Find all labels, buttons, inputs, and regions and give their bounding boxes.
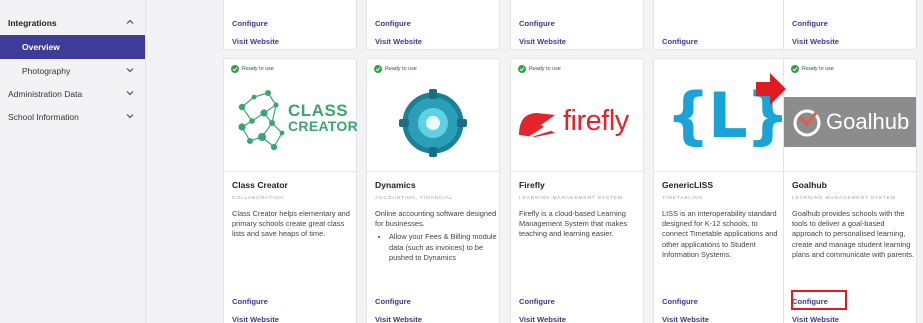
dynamics-icon: [399, 89, 467, 157]
nav-school-information[interactable]: School Information: [0, 105, 145, 128]
visit-website-link[interactable]: Visit Website: [519, 37, 566, 46]
nav-administration-data-label: Administration Data: [8, 88, 83, 99]
integration-card-goalhub: Ready to use Goalhub Goalhub LEARNING MA…: [783, 58, 917, 323]
chevron-down-icon: [126, 91, 134, 96]
card-bullet-list: Allow your Fees & Billing module data (s…: [375, 232, 497, 263]
ready-status-label: Ready to use: [242, 66, 274, 72]
card-title: Class Creator: [232, 180, 288, 190]
integration-card-firefly: Ready to use firefly Firefly LEARNING MA…: [510, 58, 644, 323]
card-category: LEARNING MANAGEMENT SYSTEM: [519, 196, 623, 201]
visit-website-link[interactable]: Visit Website: [375, 315, 422, 323]
firefly-logo: firefly: [511, 75, 643, 169]
check-circle-icon: [231, 65, 239, 73]
nav-school-information-label: School Information: [8, 111, 79, 122]
ready-status: Ready to use: [374, 65, 417, 73]
nav-integrations-label: Integrations: [8, 18, 57, 28]
goalhub-logo-text: Goalhub: [826, 109, 910, 134]
configure-highlight-box: [791, 290, 847, 310]
visit-website-link[interactable]: Visit Website: [792, 315, 839, 323]
card-description-text: Online accounting software designed for …: [375, 209, 497, 229]
card-title: GenericLISS: [662, 180, 714, 190]
ready-status: Ready to use: [791, 65, 834, 73]
check-circle-icon: [518, 65, 526, 73]
card-title: Dynamics: [375, 180, 416, 190]
card-category: COLLABORATION: [232, 196, 284, 201]
card-description: Goalhub provides schools with the tools …: [792, 209, 915, 259]
configure-link[interactable]: Configure: [375, 19, 411, 28]
card-description: Online accounting software designed for …: [375, 209, 497, 263]
integration-card-prev: Configure: [653, 0, 787, 50]
goalhub-mark-icon: [793, 109, 821, 137]
integration-card-prev: Configure Visit Website: [783, 0, 917, 50]
chevron-up-icon: [126, 19, 134, 24]
card-description: Class Creator helps elementary and prima…: [232, 209, 350, 239]
configure-link[interactable]: Configure: [662, 297, 698, 306]
card-category: TIMETABLING: [662, 196, 704, 201]
card-divider: [784, 171, 916, 172]
class-creator-logo-text: CREATOR: [288, 118, 359, 134]
card-title: Goalhub: [792, 180, 827, 190]
integration-card-dynamics: Ready to use Dynamics ACCOUNTING, FINANC…: [366, 58, 500, 323]
ready-status: Ready to use: [231, 65, 274, 73]
configure-link[interactable]: Configure: [519, 19, 555, 28]
visit-website-link[interactable]: Visit Website: [232, 37, 279, 46]
nav-administration-data[interactable]: Administration Data: [0, 82, 145, 105]
red-arrow-annotation-icon: [756, 73, 786, 105]
visit-website-link[interactable]: Visit Website: [792, 37, 839, 46]
card-divider: [224, 171, 356, 172]
chevron-down-icon: [126, 68, 134, 73]
visit-website-link[interactable]: Visit Website: [519, 315, 566, 323]
card-category: LEARNING MANAGEMENT SYSTEM: [792, 196, 896, 201]
card-divider: [654, 171, 786, 172]
card-description: Firefly is a cloud-based Learning Manage…: [519, 209, 628, 239]
check-circle-icon: [791, 65, 799, 73]
integration-card-class-creator: Ready to use CLASS CREATOR Class Creator…: [223, 58, 359, 323]
nav-integrations[interactable]: Integrations: [0, 11, 145, 35]
configure-link[interactable]: Configure: [662, 37, 698, 46]
visit-website-link[interactable]: Visit Website: [375, 37, 422, 46]
visit-website-link[interactable]: Visit Website: [662, 315, 709, 323]
check-circle-icon: [374, 65, 382, 73]
card-title: Firefly: [519, 180, 545, 190]
main-content: Configure Visit Website Configure Visit …: [146, 0, 923, 323]
configure-link[interactable]: Configure: [792, 19, 828, 28]
visit-website-link[interactable]: Visit Website: [232, 315, 279, 323]
dynamics-logo: [367, 75, 499, 169]
ready-status-label: Ready to use: [529, 66, 561, 72]
ready-status-label: Ready to use: [385, 66, 417, 72]
ready-status: Ready to use: [518, 65, 561, 73]
nav-overview[interactable]: Overview: [0, 35, 145, 59]
integration-card-prev: Configure Visit Website: [510, 0, 644, 50]
nav-photography[interactable]: Photography: [0, 59, 145, 82]
card-divider: [367, 171, 499, 172]
goalhub-logo: Goalhub: [784, 75, 916, 169]
card-category: ACCOUNTING, FINANCIAL: [375, 196, 453, 201]
nav-photography-label: Photography: [22, 65, 71, 76]
chevron-down-icon: [126, 114, 134, 119]
integration-card-prev: Configure Visit Website: [223, 0, 357, 50]
sidebar: Integrations Overview Photography Admini…: [0, 0, 146, 323]
configure-link[interactable]: Configure: [519, 297, 555, 306]
card-description: LISS is an interoperability standard des…: [662, 209, 778, 259]
configure-link[interactable]: Configure: [232, 19, 268, 28]
firefly-logo-text: firefly: [563, 105, 629, 137]
configure-link[interactable]: Configure: [232, 297, 268, 306]
class-creator-logo: CLASS CREATOR: [224, 75, 359, 169]
nav-overview-label: Overview: [22, 42, 60, 52]
integration-card-prev: Configure Visit Website: [366, 0, 500, 50]
configure-link[interactable]: Configure: [375, 297, 411, 306]
card-bullet-item: Allow your Fees & Billing module data (s…: [389, 232, 497, 263]
card-divider: [511, 171, 643, 172]
ready-status-label: Ready to use: [802, 66, 834, 72]
